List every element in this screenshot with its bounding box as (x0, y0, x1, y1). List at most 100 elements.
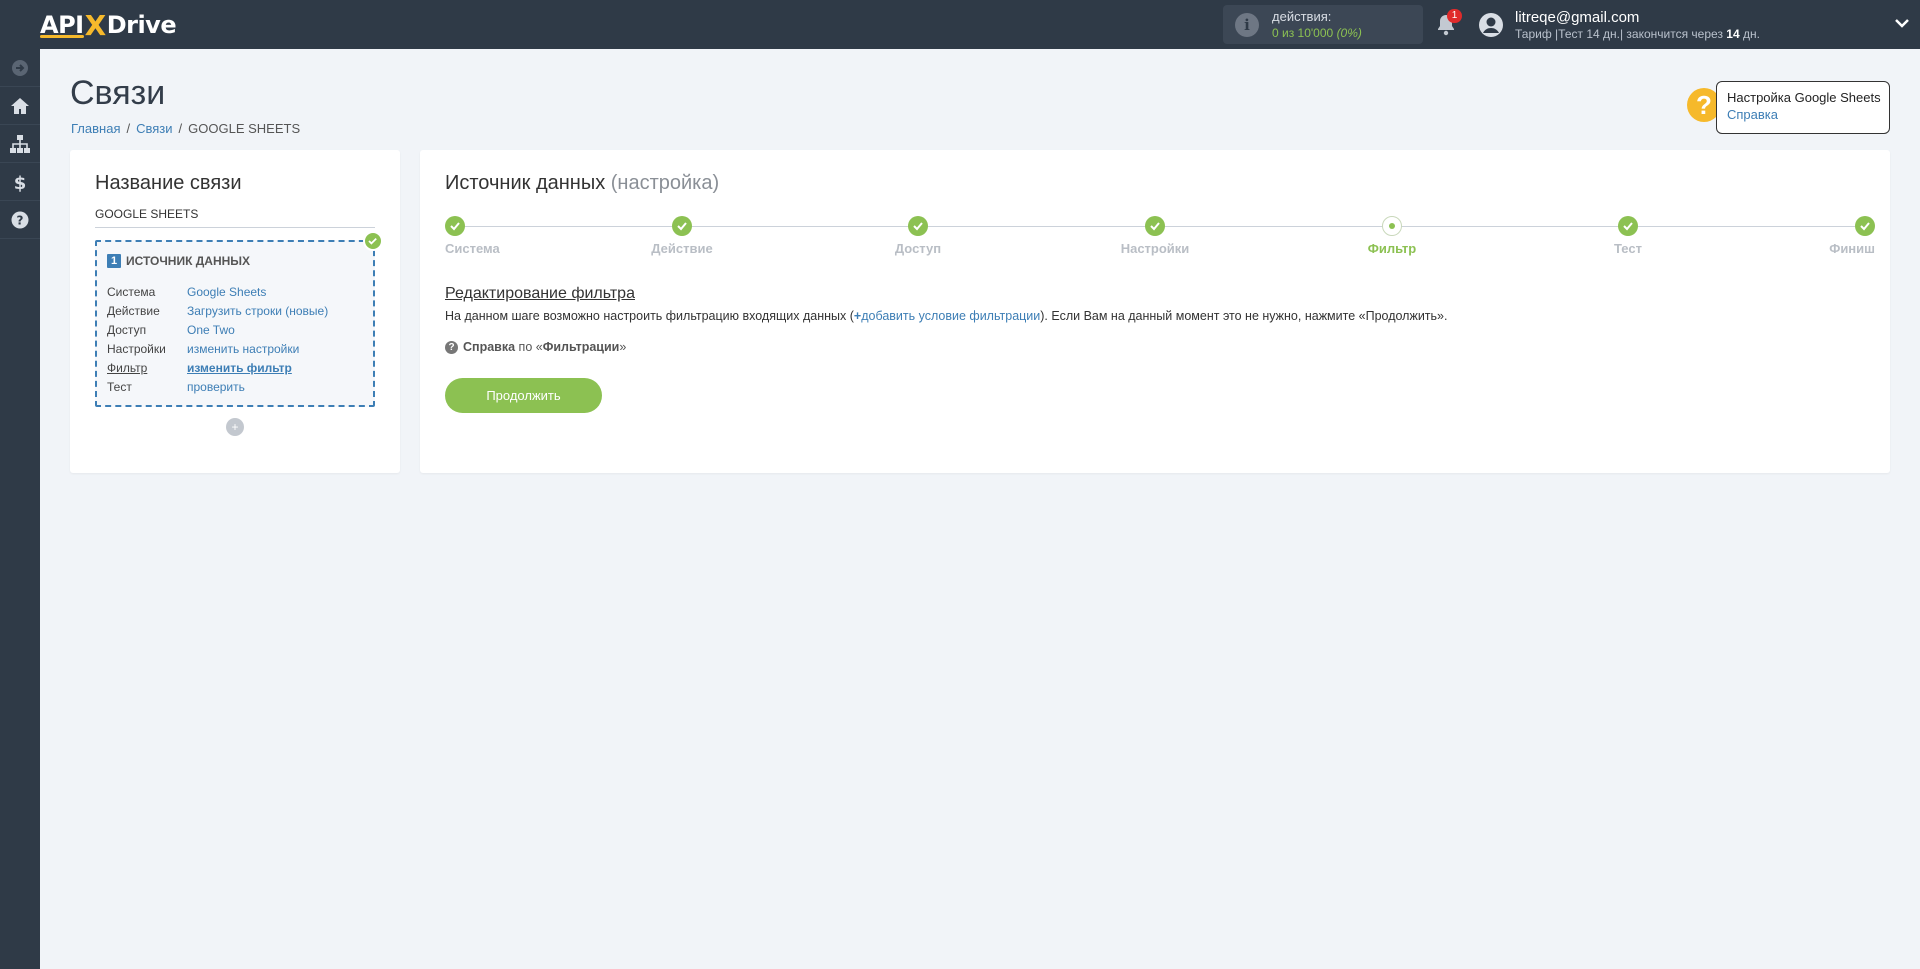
info-icon: i (1235, 13, 1259, 37)
svg-text:?: ? (17, 213, 24, 227)
filter-desc-before: На данном шаге возможно настроить фильтр… (445, 309, 854, 323)
filter-help-line[interactable]: ? Справка по «Фильтрации» (445, 340, 626, 354)
data-source-heading-label: ИСТОЧНИК ДАННЫХ (126, 254, 251, 268)
arrow-right-circle-icon (12, 59, 28, 76)
svg-text:$: $ (14, 173, 27, 192)
sidebar-item-connections[interactable] (0, 125, 40, 163)
step-label: Действие (651, 241, 713, 256)
source-complete-check-icon (363, 231, 383, 251)
source-row-key: Доступ (107, 323, 147, 337)
settings-title: Источник данных (настройка) (445, 172, 719, 195)
notification-badge: 1 (1447, 9, 1462, 23)
source-row-value-filter[interactable]: изменить фильтр (187, 361, 292, 375)
filter-help-middle: по « (518, 340, 543, 354)
source-row-value-access[interactable]: One Two (187, 323, 235, 337)
connection-name-field[interactable]: GOOGLE SHEETS (95, 207, 375, 228)
add-block-icon[interactable]: + (226, 418, 244, 436)
source-row-test: Тест проверить (107, 380, 245, 394)
breadcrumb-separator: / (126, 121, 131, 136)
add-filter-condition-link[interactable]: добавить условие фильтрации (861, 309, 1040, 323)
actions-count: 0 из 10'000 (1272, 26, 1334, 40)
chevron-down-icon[interactable] (1894, 17, 1910, 29)
sidebar-item-help[interactable]: ? (0, 201, 40, 239)
source-row-value-system[interactable]: Google Sheets (187, 285, 266, 299)
source-row-key: Действие (107, 304, 160, 318)
step-filter[interactable]: Фильтр (1332, 216, 1452, 256)
step-system[interactable]: Система (445, 216, 565, 256)
source-row-value-action[interactable]: Загрузить строки (новые) (187, 304, 328, 318)
source-row-action: Действие Загрузить строки (новые) (107, 304, 328, 318)
step-done-check-icon (1145, 216, 1165, 236)
filter-help-end: » (619, 340, 627, 354)
data-source-settings-card: Источник данных (настройка) Система Дейс… (420, 150, 1890, 473)
user-plan: Тариф |Тест 14 дн.| закончится через 14 … (1515, 27, 1760, 41)
sidebar-item-billing[interactable]: $ (0, 163, 40, 201)
continue-button[interactable]: Продолжить (445, 378, 602, 413)
source-row-system: Система Google Sheets (107, 285, 266, 299)
step-done-check-icon (445, 216, 465, 236)
breadcrumb-home[interactable]: Главная (71, 121, 120, 136)
top-bar: API X Drive i действия: 0 из 10'000 (0%) 1… (0, 0, 1920, 49)
filter-help-topic: Фильтрации (542, 340, 620, 354)
step-label: Система (445, 241, 500, 256)
data-source-block[interactable]: 1 ИСТОЧНИК ДАННЫХ Система Google Sheets Д… (95, 240, 375, 407)
page-title: Связи (70, 74, 166, 112)
question-circle-icon: ? (11, 211, 29, 228)
actions-counter[interactable]: i действия: 0 из 10'000 (0%) (1223, 5, 1423, 44)
plan-suffix: дн. (1743, 27, 1760, 41)
question-circle-icon: ? (445, 340, 458, 354)
sitemap-icon (10, 134, 30, 153)
step-label: Настройки (1120, 241, 1190, 256)
data-source-heading: 1 ИСТОЧНИК ДАННЫХ (107, 254, 250, 268)
user-email[interactable]: litreqe@gmail.com (1515, 9, 1639, 26)
step-finish[interactable]: Финиш (1755, 216, 1875, 256)
source-row-access: Доступ One Two (107, 323, 235, 337)
breadcrumb: Главная / Связи / GOOGLE SHEETS (71, 121, 300, 136)
left-sidebar: $ ? (0, 49, 40, 969)
breadcrumb-connections[interactable]: Связи (136, 121, 172, 136)
logo-text-x: X (84, 8, 107, 42)
dollar-icon: $ (14, 173, 27, 192)
source-row-key: Фильтр (107, 361, 148, 375)
settings-title-sub: (настройка) (610, 172, 720, 194)
step-done-check-icon (1855, 216, 1875, 236)
source-row-key: Тест (107, 380, 132, 394)
source-row-key: Настройки (107, 342, 166, 356)
filter-description: На данном шаге возможно настроить фильтр… (445, 309, 1447, 323)
filter-edit-title: Редактирование фильтра (445, 285, 635, 302)
home-icon (11, 97, 29, 114)
actions-percent: (0%) (1336, 26, 1362, 40)
step-action[interactable]: Действие (622, 216, 742, 256)
connection-card: Название связи GOOGLE SHEETS 1 ИСТОЧНИК Д… (70, 150, 400, 473)
sidebar-item-home[interactable] (0, 87, 40, 125)
help-panel-link[interactable]: Справка (1727, 107, 1889, 122)
actions-label: действия: (1272, 9, 1332, 24)
user-avatar-icon[interactable] (1478, 12, 1504, 38)
step-access[interactable]: Доступ (858, 216, 978, 256)
step-current-dot-icon (1382, 216, 1402, 236)
data-source-number: 1 (107, 254, 121, 268)
step-settings[interactable]: Настройки (1095, 216, 1215, 256)
logo-underline (40, 35, 84, 38)
help-panel: Настройка Google Sheets Справка (1716, 81, 1890, 134)
step-done-check-icon (672, 216, 692, 236)
step-label: Фильтр (1367, 241, 1417, 256)
settings-title-main: Источник данных (445, 172, 606, 194)
step-label: Тест (1614, 241, 1642, 256)
source-row-value-test[interactable]: проверить (187, 380, 245, 394)
filter-help-label: Справка (463, 340, 516, 354)
breadcrumb-current: GOOGLE SHEETS (188, 121, 301, 136)
source-row-filter: Фильтр изменить фильтр (107, 361, 292, 375)
source-row-settings: Настройки изменить настройки (107, 342, 299, 356)
plan-days: 14 (1726, 27, 1740, 41)
connection-title: Название связи (95, 172, 242, 194)
step-test[interactable]: Тест (1568, 216, 1688, 256)
filter-desc-after: ). Если Вам на данный момент это не нужн… (1040, 309, 1448, 323)
source-row-key: Система (107, 285, 156, 299)
source-row-value-settings[interactable]: изменить настройки (187, 342, 299, 356)
sidebar-toggle[interactable] (0, 49, 40, 87)
plan-prefix: Тариф |Тест 14 дн.| закончится через (1515, 27, 1723, 41)
logo-text-drive: Drive (106, 11, 177, 39)
step-label: Доступ (894, 241, 942, 256)
step-done-check-icon (908, 216, 928, 236)
